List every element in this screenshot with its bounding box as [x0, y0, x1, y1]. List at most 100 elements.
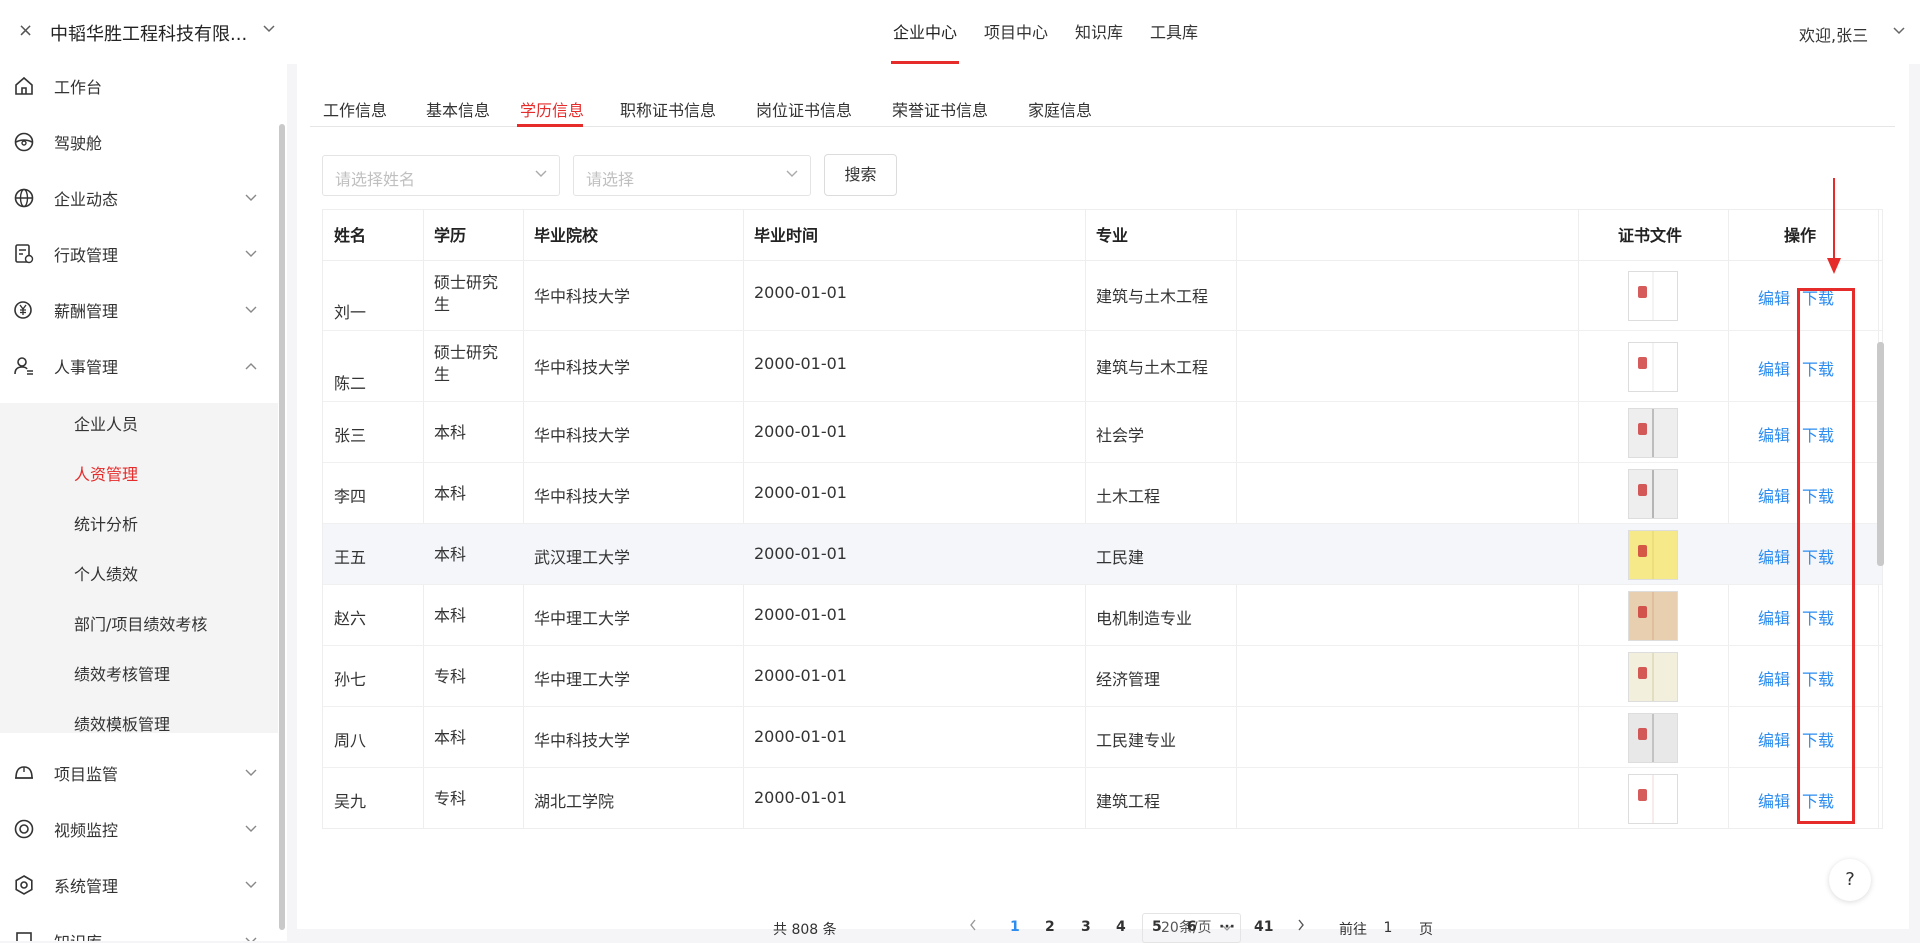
search-button[interactable]: 搜索 [824, 154, 897, 196]
chevron-down-icon [245, 247, 257, 261]
table-row[interactable]: 李四 本科 华中科技大学 2000-01-01 土木工程 编辑 下载 [323, 463, 1882, 524]
helmet-icon [12, 761, 36, 785]
tab-honor-cert-info[interactable]: 荣誉证书信息 [892, 97, 988, 121]
table-row[interactable]: 张三 本科 华中科技大学 2000-01-01 社会学 编辑 下载 [323, 402, 1882, 463]
sidebar-item-admin[interactable]: 行政管理 [0, 232, 270, 276]
certificate-thumbnail[interactable] [1628, 774, 1678, 824]
sidebar-sub-employees[interactable]: 企业人员 [74, 411, 138, 435]
chevron-down-icon[interactable] [1893, 24, 1905, 39]
company-name[interactable]: 中韬华胜工程科技有限... [50, 20, 247, 46]
certificate-thumbnail[interactable] [1628, 342, 1678, 392]
sidebar-sub-statistics[interactable]: 统计分析 [74, 511, 138, 535]
edit-link[interactable]: 编辑 [1758, 666, 1790, 690]
certificate-seal [1638, 728, 1647, 740]
page-ellipsis[interactable]: ··· [1219, 919, 1235, 935]
tab-title-cert-info[interactable]: 职称证书信息 [620, 97, 716, 121]
table-row[interactable]: 赵六 本科 华中理工大学 2000-01-01 电机制造专业 编辑 下载 [323, 585, 1882, 646]
cell-major: 建筑与土木工程 [1096, 287, 1209, 306]
sidebar-item-video[interactable]: 视频监控 [0, 807, 270, 851]
table-row[interactable]: 王五 本科 武汉理工大学 2000-01-01 工民建 编辑 下载 [323, 524, 1882, 585]
page-3[interactable]: 3 [1081, 919, 1091, 935]
annotation-highlight-box [1797, 288, 1855, 824]
chevron-down-icon [535, 167, 547, 181]
goto-page-input[interactable]: 1 [1369, 913, 1407, 943]
close-icon[interactable]: × [18, 20, 33, 41]
col-actions: 操作 [1784, 226, 1817, 245]
tab-family-info[interactable]: 家庭信息 [1028, 97, 1092, 121]
certificate-seal [1638, 286, 1647, 298]
certificate-seal [1638, 357, 1647, 369]
certificate-thumbnail[interactable] [1628, 408, 1678, 458]
certificate-thumbnail[interactable] [1628, 652, 1678, 702]
sidebar-item-knowledge[interactable]: 知识库 [0, 919, 270, 941]
edit-link[interactable]: 编辑 [1758, 788, 1790, 812]
sidebar-sub-dept-performance[interactable]: 部门/项目绩效考核 [74, 611, 207, 635]
page-4[interactable]: 4 [1116, 919, 1126, 935]
certificate-thumbnail[interactable] [1628, 469, 1678, 519]
sidebar-sub-personal-performance[interactable]: 个人绩效 [74, 561, 138, 585]
page-5[interactable]: 5 [1152, 919, 1162, 935]
page-1[interactable]: 1 [1010, 919, 1020, 935]
table-row[interactable]: 孙七 专科 华中理工大学 2000-01-01 经济管理 编辑 下载 [323, 646, 1882, 707]
topnav-tools[interactable]: 工具库 [1150, 0, 1198, 64]
chevron-down-icon[interactable] [263, 22, 275, 37]
sidebar-item-cockpit[interactable]: 驾驶舱 [0, 120, 270, 164]
edit-link[interactable]: 编辑 [1758, 285, 1790, 309]
yen-icon [12, 298, 36, 322]
certificate-thumbnail[interactable] [1628, 530, 1678, 580]
topnav-project[interactable]: 项目中心 [984, 0, 1048, 64]
certificate-thumbnail[interactable] [1628, 271, 1678, 321]
col-name: 姓名 [334, 226, 367, 245]
sidebar-sub-templates[interactable]: 绩效模板管理 [74, 711, 170, 735]
cell-date: 2000-01-01 [754, 544, 847, 563]
certificate-thumbnail[interactable] [1628, 713, 1678, 763]
page-41[interactable]: 41 [1254, 919, 1273, 935]
sidebar-sub-hr-management[interactable]: 人资管理 [74, 461, 138, 485]
welcome-user[interactable]: 欢迎,张三 [1799, 22, 1868, 46]
sidebar-item-salary[interactable]: 薪酬管理 [0, 288, 270, 332]
top-bar: × 中韬华胜工程科技有限... 企业中心 项目中心 知识库 工具库 欢迎,张三 [0, 0, 1920, 64]
sidebar-item-system[interactable]: 系统管理 [0, 863, 270, 907]
table-row[interactable]: 刘一 硕士研究生 华中科技大学 2000-01-01 建筑与土木工程 编辑 下载 [323, 261, 1882, 331]
table-scrollbar[interactable] [1877, 342, 1884, 566]
edit-link[interactable]: 编辑 [1758, 422, 1790, 446]
tab-work-info[interactable]: 工作信息 [323, 97, 387, 121]
cell-major: 工民建 [1096, 548, 1145, 567]
next-page-icon[interactable] [1297, 919, 1305, 935]
tab-post-cert-info[interactable]: 岗位证书信息 [756, 97, 852, 121]
name-select[interactable]: 请选择姓名 [322, 155, 560, 196]
sidebar-item-news[interactable]: 企业动态 [0, 176, 270, 220]
sidebar-item-workbench[interactable]: 工作台 [0, 64, 270, 108]
sidebar-scrollbar[interactable] [279, 124, 285, 930]
edit-link[interactable]: 编辑 [1758, 727, 1790, 751]
tab-education-info[interactable]: 学历信息 [520, 97, 584, 121]
topnav-knowledge[interactable]: 知识库 [1075, 0, 1123, 64]
filter-select[interactable]: 请选择 [573, 155, 811, 196]
col-school: 毕业院校 [534, 226, 599, 245]
sidebar-item-hr[interactable]: 人事管理 [0, 344, 270, 388]
sidebar-sub-assessment[interactable]: 绩效考核管理 [74, 661, 170, 685]
annotation-arrow-head [1827, 258, 1841, 274]
cell-name: 周八 [334, 731, 367, 750]
sidebar: 工作台 驾驶舱 企业动态 行政管理 薪酬管理 人事管理 企业人员 人资管理 统计… [0, 64, 287, 941]
tab-basic-info[interactable]: 基本信息 [426, 97, 490, 121]
prev-page-icon[interactable] [969, 919, 977, 935]
table-row[interactable]: 吴九 专科 湖北工学院 2000-01-01 建筑工程 编辑 下载 [323, 768, 1882, 828]
edit-link[interactable]: 编辑 [1758, 544, 1790, 568]
edit-link[interactable]: 编辑 [1758, 356, 1790, 380]
page-2[interactable]: 2 [1045, 919, 1055, 935]
edit-link[interactable]: 编辑 [1758, 605, 1790, 629]
cell-name: 陈二 [334, 374, 367, 393]
help-button[interactable]: ? [1829, 859, 1871, 901]
table-row[interactable]: 周八 本科 华中科技大学 2000-01-01 工民建专业 编辑 下载 [323, 707, 1882, 768]
cell-date: 2000-01-01 [754, 483, 847, 502]
col-degree: 学历 [434, 226, 467, 245]
topnav-enterprise[interactable]: 企业中心 [890, 0, 960, 64]
edit-link[interactable]: 编辑 [1758, 483, 1790, 507]
table-row[interactable]: 陈二 硕士研究生 华中科技大学 2000-01-01 建筑与土木工程 编辑 下载 [323, 331, 1882, 402]
sidebar-item-project-supervision[interactable]: 项目监管 [0, 751, 270, 795]
certificate-thumbnail[interactable] [1628, 591, 1678, 641]
page-6[interactable]: 6 [1187, 919, 1197, 935]
cell-school: 华中科技大学 [534, 487, 631, 506]
steering-wheel-icon [12, 130, 36, 154]
